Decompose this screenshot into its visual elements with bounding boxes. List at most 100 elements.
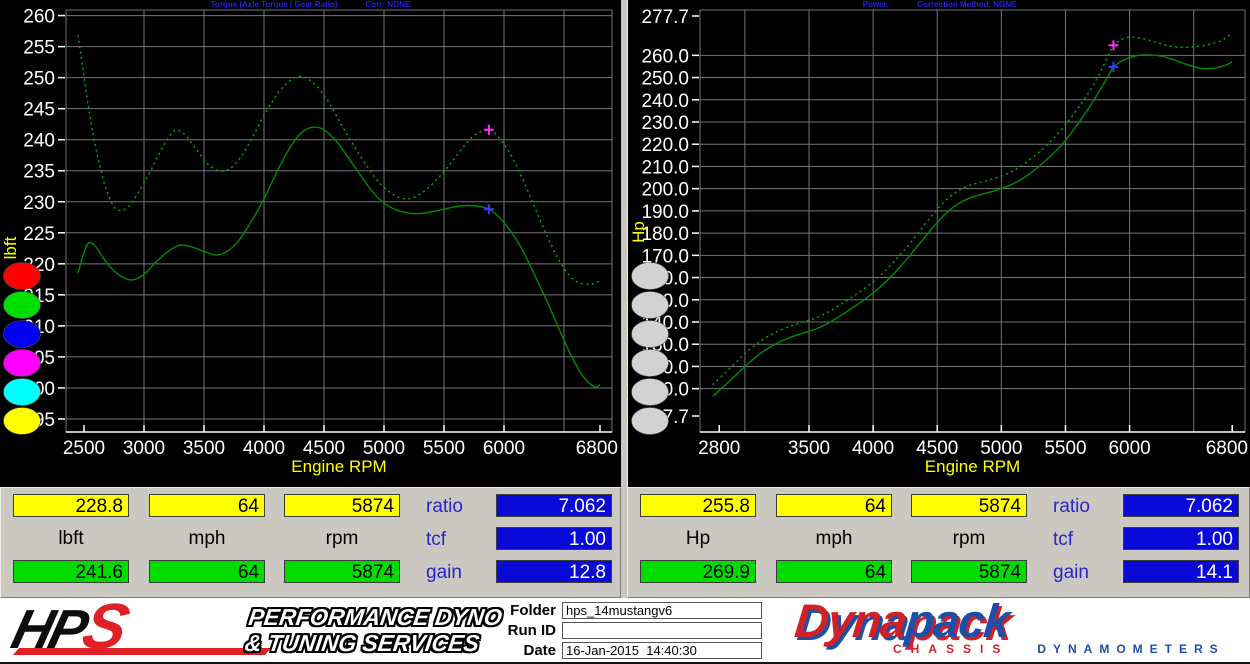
rpm-unit-label: rpm — [325, 528, 359, 549]
dynapack-dynamometers-label: DYNAMOMETERS — [1037, 642, 1225, 656]
gain-label: gain — [426, 562, 462, 583]
power-run-current-curve — [712, 54, 1233, 397]
mph-unit-label: mph — [188, 528, 226, 549]
folder-input[interactable] — [562, 602, 762, 620]
power-unit-label: Hp — [685, 528, 711, 549]
tcf-label: tcf — [1053, 529, 1074, 550]
channel-button-red[interactable] — [3, 262, 41, 290]
power-rpm-value-box: 5874 — [911, 494, 1027, 517]
ratio-value-box: 7.062 — [496, 494, 612, 517]
torque-overlay-value-box: 241.6 — [13, 560, 129, 583]
power-chart[interactable]: 97.7110.0120.0130.0140.0150.0160.0170.01… — [628, 0, 1250, 487]
channel-button-gray-5[interactable] — [631, 378, 669, 406]
channel-button-blue[interactable] — [3, 320, 41, 348]
power-mph-value-box: 64 — [776, 494, 892, 517]
dynapack-word-red: Dyna — [792, 594, 909, 647]
folder-label: Folder — [510, 602, 556, 620]
svg-text:6800: 6800 — [576, 438, 618, 459]
date-label: Date — [523, 642, 556, 660]
svg-text:3500: 3500 — [788, 438, 830, 459]
torque-readout-panel: 228.8 64 5874 lbft mph rpm 241.6 64 5874… — [0, 487, 621, 598]
svg-text:220.0: 220.0 — [641, 135, 689, 156]
y-axis-unit-label: lbft — [1, 236, 20, 259]
mph-unit-label: mph — [815, 528, 853, 549]
svg-text:4000: 4000 — [852, 438, 894, 459]
svg-text:4000: 4000 — [243, 438, 285, 459]
svg-text:5000: 5000 — [980, 438, 1022, 459]
hps-tagline-line1: PERFORMANCE DYNO — [247, 604, 504, 630]
dynapack-logo: Dynapack CHASSIS DYNAMOMETERS — [792, 594, 1235, 662]
rpm-unit-label: rpm — [952, 528, 986, 549]
channel-button-gray-6[interactable] — [631, 407, 669, 435]
torque-chart-panel: 1952002052102152202252302352402452502552… — [0, 0, 621, 487]
torque-chart-title: Torque (Axle Torque / Gear Ratio) — [210, 0, 338, 9]
hps-logo-swoosh — [12, 648, 272, 655]
torque-overlay-mph-box: 64 — [149, 560, 265, 583]
svg-text:5000: 5000 — [363, 438, 405, 459]
svg-text:230: 230 — [23, 193, 55, 214]
cursor-marker-torque-run-current — [483, 204, 494, 215]
tcf-value-box: 1.00 — [1123, 527, 1239, 550]
y-axis-unit-label: Hp — [629, 221, 648, 243]
svg-text:250: 250 — [23, 69, 55, 90]
channel-button-gray-1[interactable] — [631, 262, 669, 290]
svg-text:200.0: 200.0 — [641, 180, 689, 201]
power-readout-panel: 255.8 64 5874 Hp mph rpm 269.9 64 5874 r… — [627, 487, 1250, 598]
svg-text:240.0: 240.0 — [641, 91, 689, 112]
svg-text:3000: 3000 — [123, 438, 165, 459]
svg-text:4500: 4500 — [303, 438, 345, 459]
svg-text:5500: 5500 — [423, 438, 465, 459]
cursor-marker-torque-run-overlay — [483, 124, 494, 135]
channel-button-gray-2[interactable] — [631, 291, 669, 319]
x-axis-label: Engine RPM — [925, 457, 1020, 476]
x-axis-label: Engine RPM — [291, 457, 386, 476]
power-overlay-value-box: 269.9 — [640, 560, 756, 583]
svg-text:245: 245 — [23, 100, 55, 121]
svg-text:4500: 4500 — [916, 438, 958, 459]
date-input[interactable] — [562, 642, 762, 660]
ratio-label: ratio — [1053, 496, 1090, 517]
torque-cursor-value-box: 228.8 — [13, 494, 129, 517]
run-id-label: Run ID — [507, 622, 556, 640]
channel-button-gray-4[interactable] — [631, 349, 669, 377]
run-id-input[interactable] — [562, 622, 762, 640]
svg-text:6800: 6800 — [1206, 438, 1248, 459]
hps-tagline: PERFORMANCE DYNO & TUNING SERVICES — [243, 604, 510, 656]
channel-button-magenta[interactable] — [3, 349, 41, 377]
svg-text:6000: 6000 — [1108, 438, 1150, 459]
power-run-overlay-curve — [712, 31, 1233, 386]
torque-unit-label: lbft — [58, 528, 84, 549]
svg-text:235: 235 — [23, 162, 55, 183]
torque-rpm-value-box: 5874 — [284, 494, 400, 517]
dynapack-word-blue: pack — [903, 594, 1012, 647]
svg-text:2800: 2800 — [698, 438, 740, 459]
svg-text:250.0: 250.0 — [641, 69, 689, 90]
torque-run-current-curve — [77, 126, 601, 388]
ratio-value-box: 7.062 — [1123, 494, 1239, 517]
gain-value-box: 14.1 — [1123, 560, 1239, 583]
channel-button-green[interactable] — [3, 291, 41, 319]
svg-text:3500: 3500 — [183, 438, 225, 459]
gain-label: gain — [1053, 562, 1089, 583]
torque-overlay-rpm-box: 5874 — [284, 560, 400, 583]
power-cursor-value-box: 255.8 — [640, 494, 756, 517]
svg-text:240: 240 — [23, 131, 55, 152]
svg-text:260.0: 260.0 — [641, 46, 689, 67]
tcf-label: tcf — [426, 529, 447, 550]
channel-button-cyan[interactable] — [3, 378, 41, 406]
dynapack-chassis-label: CHASSIS — [893, 642, 1010, 656]
power-overlay-rpm-box: 5874 — [911, 560, 1027, 583]
torque-mph-value-box: 64 — [149, 494, 265, 517]
ratio-label: ratio — [426, 496, 463, 517]
power-overlay-mph-box: 64 — [776, 560, 892, 583]
channel-button-yellow[interactable] — [3, 407, 41, 435]
svg-text:5500: 5500 — [1044, 438, 1086, 459]
svg-text:2500: 2500 — [63, 438, 105, 459]
footer-bar: HPS PERFORMANCE DYNO & TUNING SERVICES F… — [0, 590, 1250, 664]
power-chart-header: Power: Correction Method: NONE — [628, 0, 1250, 10]
channel-button-gray-3[interactable] — [631, 320, 669, 348]
svg-text:277.7: 277.7 — [641, 7, 689, 28]
svg-text:180.0: 180.0 — [641, 224, 689, 245]
torque-chart[interactable]: 1952002052102152202252302352402452502552… — [0, 0, 621, 487]
svg-text:190.0: 190.0 — [641, 202, 689, 223]
